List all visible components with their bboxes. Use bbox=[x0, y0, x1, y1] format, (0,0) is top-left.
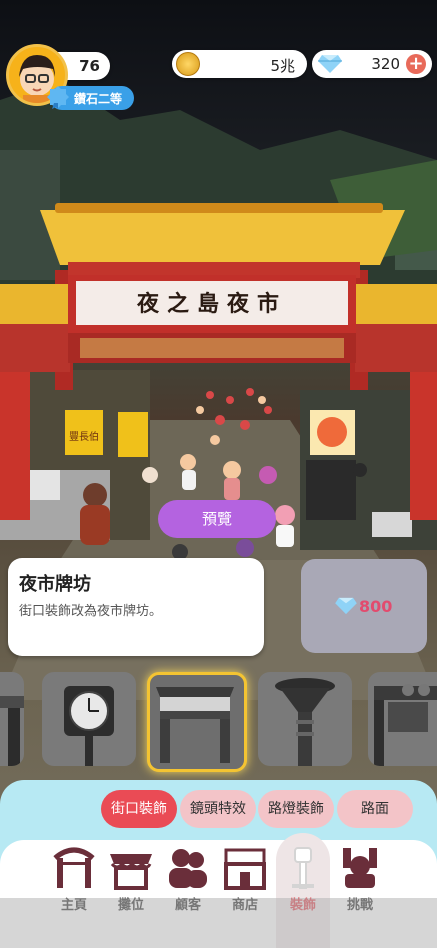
decoration-option[interactable] bbox=[368, 672, 437, 766]
tab-road-surface[interactable]: 路面 bbox=[337, 790, 413, 828]
tab-street-decoration[interactable]: 街口裝飾 bbox=[101, 790, 177, 828]
item-description: 街口裝飾改為夜市牌坊。 bbox=[19, 604, 163, 619]
medal-icon bbox=[47, 86, 69, 109]
stall-sign-left: 豐長伯 bbox=[69, 430, 99, 443]
night-market-gate-icon bbox=[156, 687, 234, 763]
coin-amount: 5兆 bbox=[270, 57, 295, 75]
arch-sign-icon bbox=[374, 684, 437, 766]
plus-icon[interactable]: + bbox=[406, 54, 426, 74]
gem-icon bbox=[335, 597, 357, 615]
gate-variant-icon bbox=[0, 696, 24, 766]
decoration-icon bbox=[292, 847, 314, 889]
gate-icon bbox=[53, 847, 95, 888]
game-scene: 豐長伯 夜之島夜市 76 鑽石二等 5兆 320 + 預覽 夜市牌坊 街口裝飾改… bbox=[0, 0, 437, 948]
rank-label: 鑽石二等 bbox=[74, 92, 123, 106]
item-info-card: 夜市牌坊 街口裝飾改為夜市牌坊。 bbox=[8, 558, 264, 656]
decoration-option[interactable] bbox=[0, 672, 24, 766]
decoration-option[interactable] bbox=[42, 672, 136, 766]
street-clock-icon bbox=[64, 686, 114, 766]
coin-icon bbox=[176, 52, 200, 76]
decoration-option-selected[interactable] bbox=[147, 672, 247, 772]
lamp-tower-icon bbox=[275, 678, 335, 766]
preview-button[interactable]: 預覽 bbox=[158, 500, 276, 538]
gate-sign-text: 夜之島夜市 bbox=[136, 291, 287, 317]
item-price: 800 bbox=[359, 597, 393, 616]
challenge-icon bbox=[343, 848, 377, 888]
stall-icon bbox=[110, 854, 152, 890]
tab-streetlight-decoration[interactable]: 路燈裝飾 bbox=[258, 790, 334, 828]
shop-icon bbox=[224, 848, 266, 890]
bottom-system-bar bbox=[0, 898, 437, 948]
decoration-option[interactable] bbox=[258, 672, 352, 766]
gem-counter: 320 + bbox=[312, 50, 432, 78]
gem-amount: 320 bbox=[371, 55, 400, 73]
tab-camera-effects[interactable]: 鏡頭特效 bbox=[180, 790, 256, 828]
coin-counter: 5兆 bbox=[172, 50, 307, 78]
customers-icon bbox=[169, 849, 207, 888]
buy-button[interactable]: 800 bbox=[301, 559, 427, 653]
item-title: 夜市牌坊 bbox=[19, 574, 91, 595]
level-number: 76 bbox=[79, 57, 100, 75]
gem-icon bbox=[318, 55, 342, 73]
